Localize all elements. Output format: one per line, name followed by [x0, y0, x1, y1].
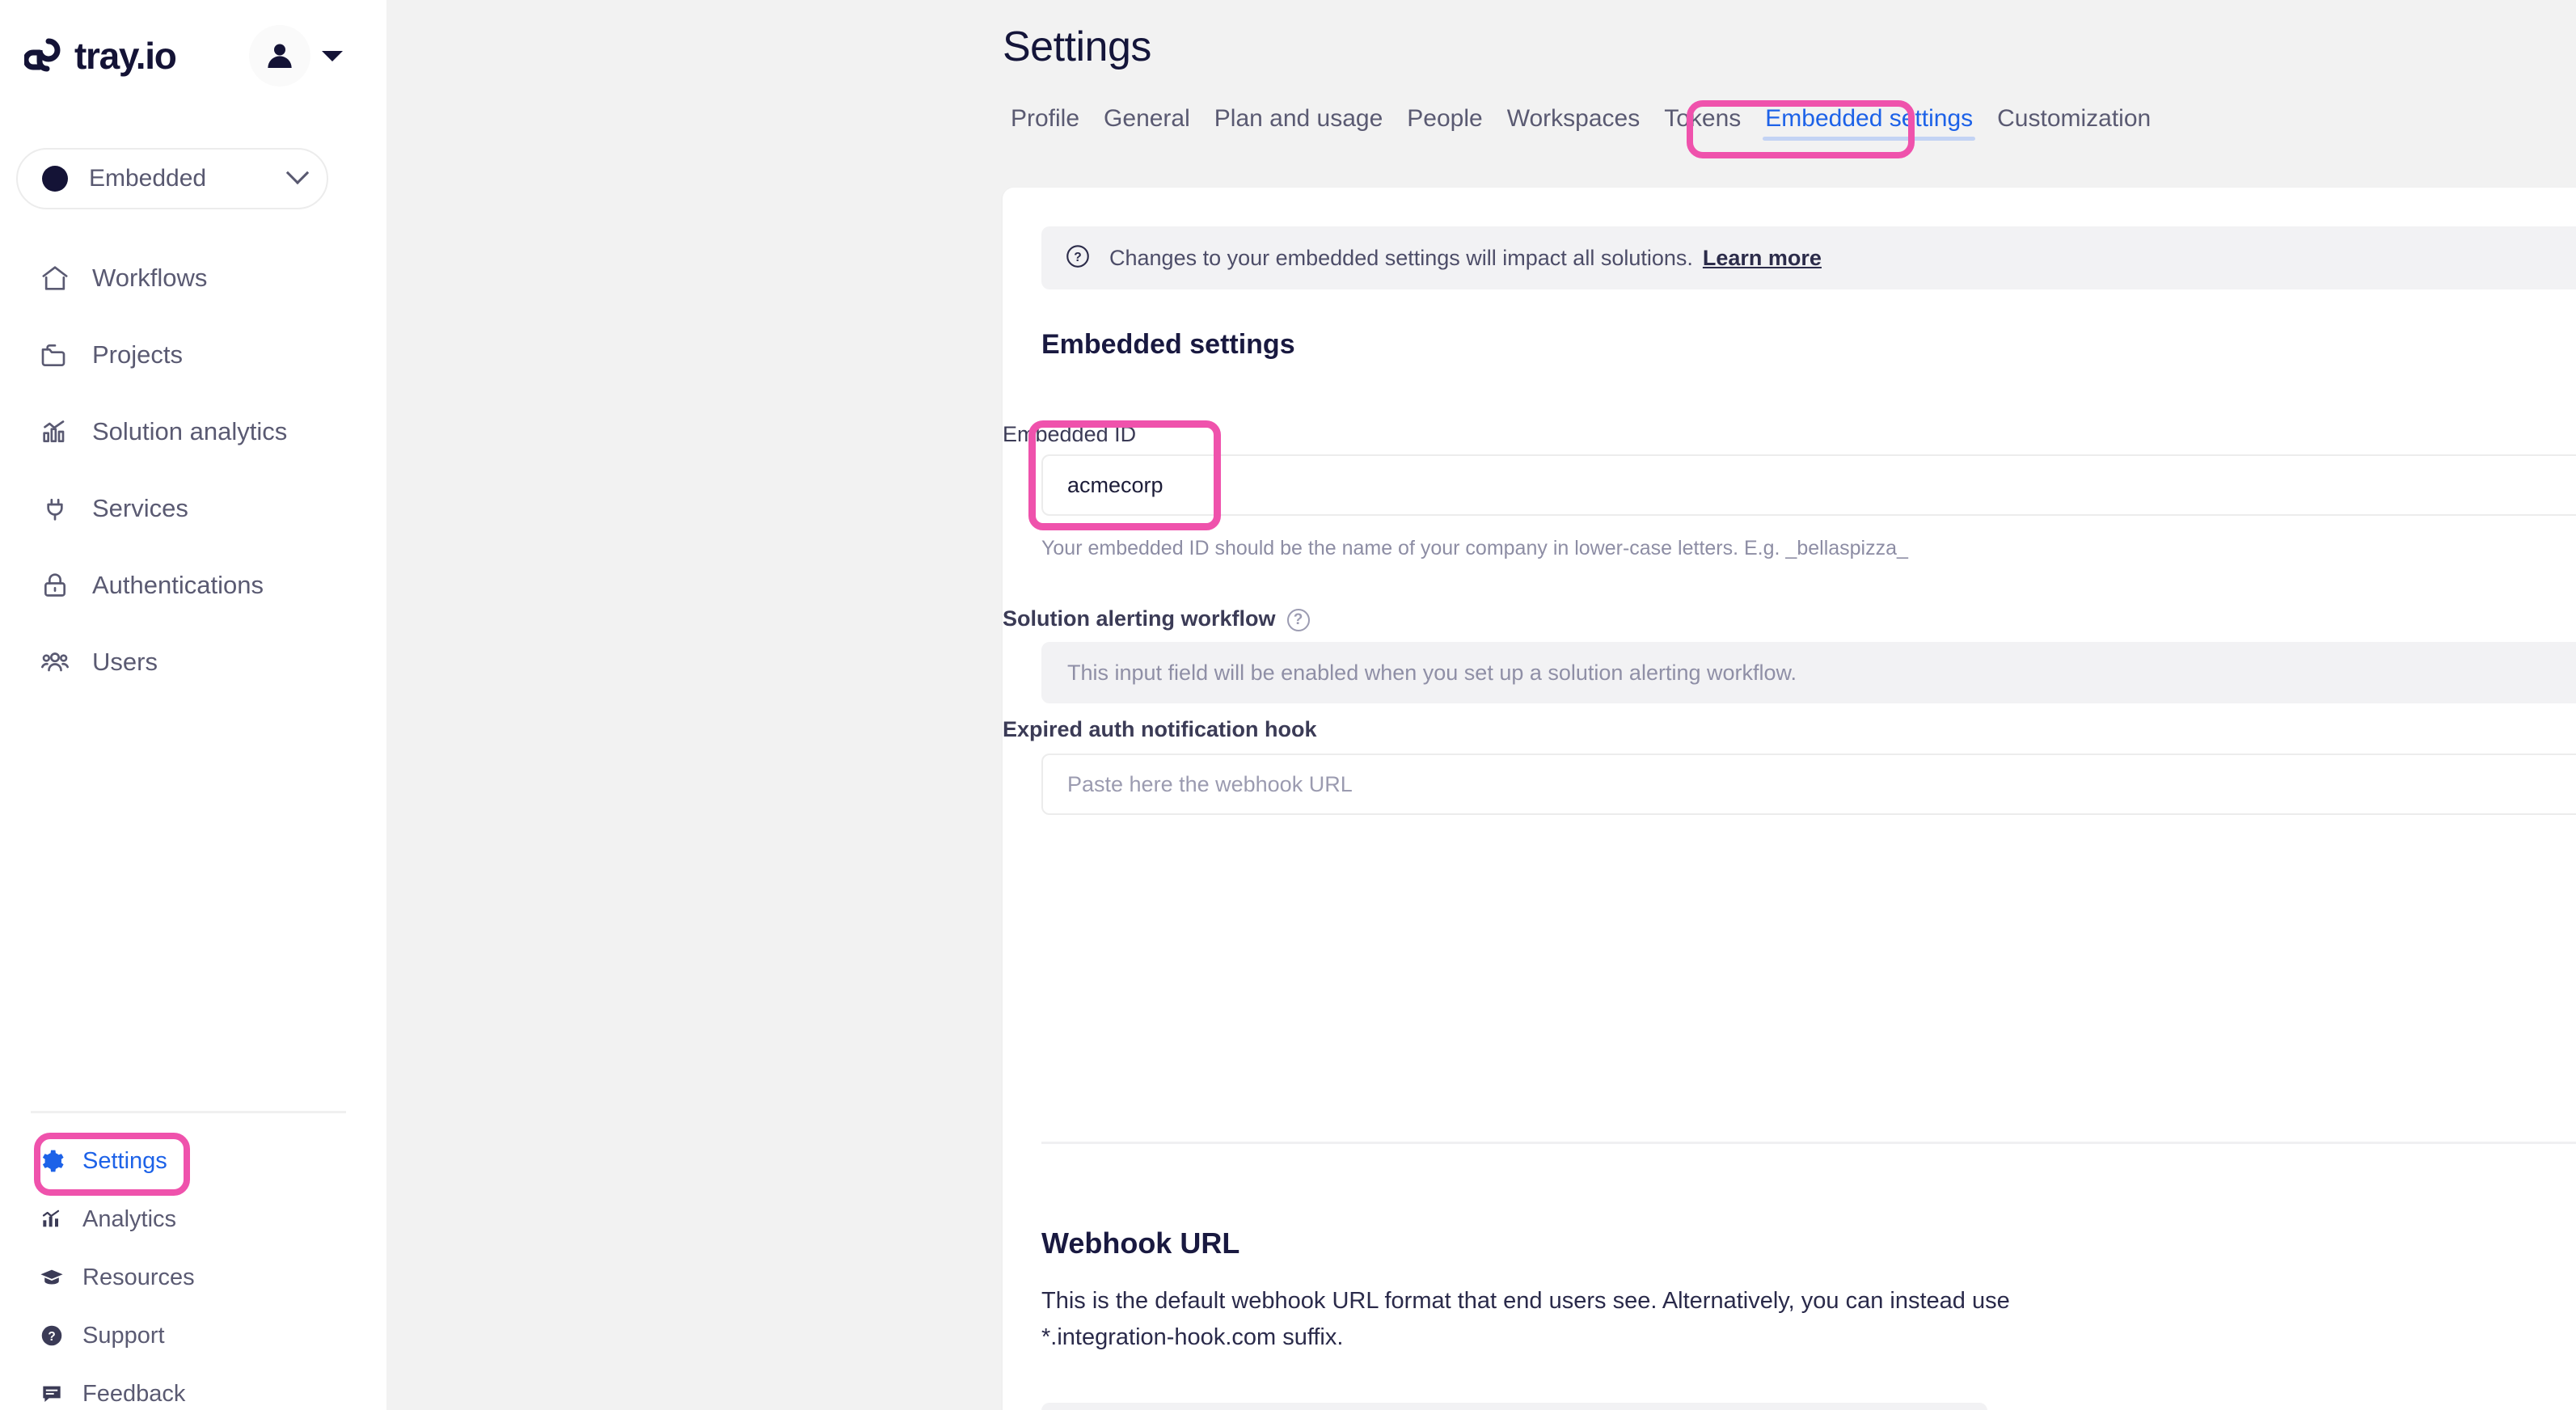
sidebar-item-support[interactable]: ? Support — [0, 1307, 386, 1365]
app-root: tray.io Embedded Workflows Projects Solu… — [0, 0, 2576, 1410]
embedded-settings-heading: Embedded settings — [1041, 329, 1295, 360]
embedded-id-input[interactable]: acmecorp — [1041, 454, 2576, 516]
sidebar-item-solution-analytics[interactable]: Solution analytics — [0, 393, 386, 470]
info-banner-text: Changes to your embedded settings will i… — [1109, 245, 1693, 270]
sidebar-brand-row: tray.io — [24, 23, 362, 89]
sidebar-item-projects[interactable]: Projects — [0, 316, 386, 393]
account-menu[interactable] — [249, 25, 343, 87]
solution-alerting-label: Solution alerting workflow? — [1003, 606, 1310, 631]
brand-logo[interactable]: tray.io — [24, 35, 177, 77]
webhook-url-heading: Webhook URL — [1041, 1226, 1240, 1260]
tab-people[interactable]: People — [1395, 105, 1494, 144]
home-icon — [37, 260, 73, 296]
sidebar-bottom-nav: Settings Analytics Resources ? Support F… — [0, 1132, 386, 1410]
expired-auth-hook-label: Expired auth notification hook — [1003, 717, 1317, 741]
main-content: Settings Profile General Plan and usage … — [386, 0, 2576, 1410]
svg-text:?: ? — [48, 1330, 55, 1344]
learn-more-link[interactable]: Learn more — [1703, 246, 1822, 271]
workspace-label: Embedded — [89, 165, 207, 192]
sidebar-item-label: Settings — [82, 1147, 167, 1174]
sidebar-divider — [31, 1111, 346, 1113]
sidebar-item-resources[interactable]: Resources — [0, 1248, 386, 1307]
workspace-dot — [42, 166, 68, 192]
sidebar-item-label: Solution analytics — [92, 416, 288, 445]
sidebar-item-settings[interactable]: Settings — [0, 1132, 386, 1190]
settings-card: ? Changes to your embedded settings will… — [1003, 188, 2576, 1410]
workspace-selector[interactable]: Embedded — [16, 148, 328, 209]
tab-embedded-settings[interactable]: Embedded settings — [1753, 105, 1985, 144]
sidebar-item-label: Feedback — [82, 1380, 186, 1407]
webhook-url-field-partial[interactable] — [1041, 1403, 1987, 1410]
sidebar-item-feedback[interactable]: Feedback — [0, 1365, 386, 1410]
sidebar: tray.io Embedded Workflows Projects Solu… — [0, 0, 386, 1410]
question-circle-icon: ? — [37, 1321, 66, 1350]
chevron-down-icon — [285, 161, 310, 185]
tray-logo-icon — [24, 38, 66, 74]
settings-tab-bar: Profile General Plan and usage People Wo… — [999, 105, 2163, 144]
tab-workspaces[interactable]: Workspaces — [1495, 105, 1653, 144]
tab-plan-and-usage[interactable]: Plan and usage — [1202, 105, 1396, 144]
tab-customization[interactable]: Customization — [1985, 105, 2163, 144]
comment-icon — [37, 1379, 66, 1408]
sidebar-item-label: Authentications — [92, 570, 264, 599]
question-circle-icon[interactable]: ? — [1286, 608, 1310, 631]
sidebar-main-nav: Workflows Projects Solution analytics Se… — [0, 239, 386, 700]
sidebar-item-workflows[interactable]: Workflows — [0, 239, 386, 316]
bar-chart-icon — [37, 1205, 66, 1234]
tab-tokens[interactable]: Tokens — [1652, 105, 1753, 144]
sidebar-item-label: Projects — [92, 340, 183, 369]
caret-down-icon[interactable] — [322, 50, 343, 61]
folder-icon — [37, 337, 73, 373]
svg-text:?: ? — [1074, 251, 1082, 264]
sidebar-item-analytics[interactable]: Analytics — [0, 1190, 386, 1248]
sidebar-item-services[interactable]: Services — [0, 470, 386, 547]
bar-chart-icon — [37, 414, 73, 450]
sidebar-item-label: Services — [92, 493, 188, 522]
sidebar-item-users[interactable]: Users — [0, 623, 386, 700]
webhook-url-description: This is the default webhook URL format t… — [1041, 1288, 2010, 1350]
page-title: Settings — [1003, 23, 1151, 70]
sidebar-item-label: Analytics — [82, 1205, 177, 1232]
brand-wordmark: tray.io — [74, 35, 177, 77]
plug-icon — [37, 491, 73, 526]
solution-alerting-input: This input field will be enabled when yo… — [1041, 642, 2576, 703]
expired-auth-hook-input[interactable]: Paste here the webhook URL — [1041, 754, 2576, 815]
tab-profile[interactable]: Profile — [999, 105, 1092, 144]
question-circle-icon: ? — [1064, 243, 1092, 274]
users-icon — [37, 644, 73, 680]
sidebar-item-label: Support — [82, 1322, 165, 1349]
sidebar-item-label: Users — [92, 647, 158, 676]
lock-icon — [37, 568, 73, 603]
sidebar-item-label: Resources — [82, 1264, 195, 1290]
gear-icon — [37, 1146, 66, 1176]
embedded-id-label: Embedded ID — [1003, 422, 1137, 446]
sidebar-item-label: Workflows — [92, 263, 208, 292]
info-banner: ? Changes to your embedded settings will… — [1041, 226, 2576, 289]
sidebar-item-authentications[interactable]: Authentications — [0, 547, 386, 623]
embedded-id-help-text: Your embedded ID should be the name of y… — [1041, 537, 1908, 559]
user-avatar-icon[interactable] — [249, 25, 310, 87]
tab-general[interactable]: General — [1092, 105, 1202, 144]
section-divider — [1041, 1142, 2576, 1144]
graduation-cap-icon — [37, 1263, 66, 1292]
